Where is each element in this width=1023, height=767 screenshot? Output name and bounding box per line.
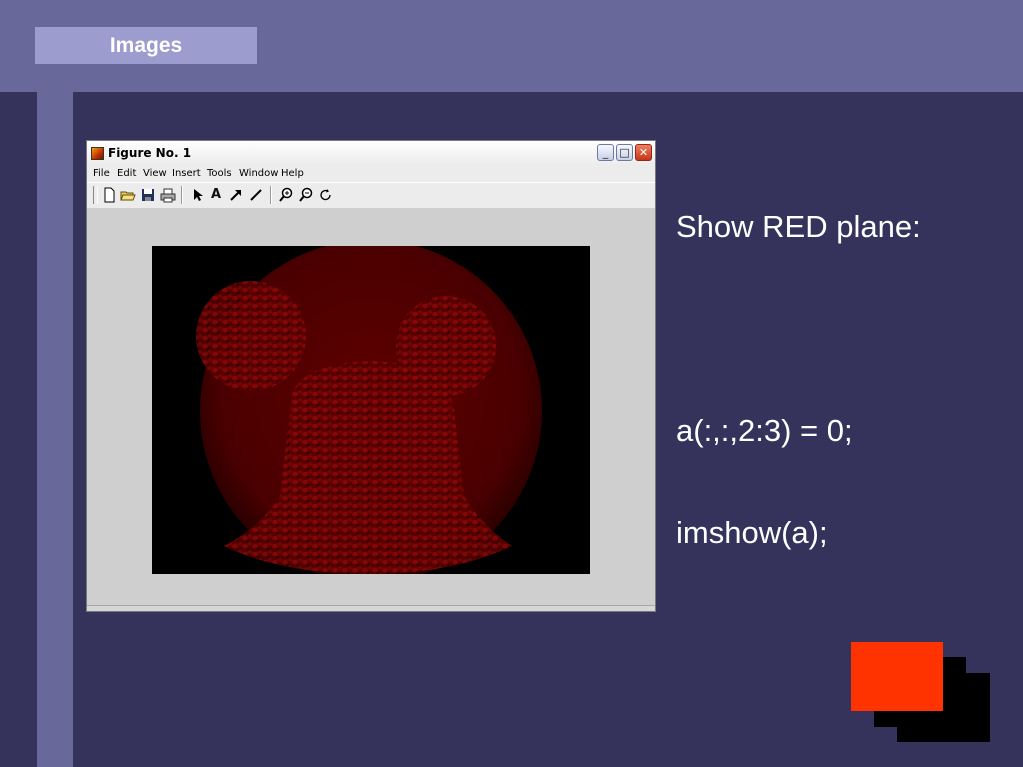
slide-title: Images (35, 27, 257, 64)
zoom-in-icon[interactable] (278, 187, 294, 203)
toolbar-grip[interactable] (93, 186, 98, 204)
figure-window: Figure No. 1 _ □ ✕ File Edit View Insert… (86, 140, 656, 612)
menu-bar: File Edit View Insert Tools Window Help (87, 165, 655, 182)
pointer-arrow-icon[interactable] (189, 187, 205, 203)
window-title: Figure No. 1 (108, 146, 192, 160)
menu-tools[interactable]: Tools (207, 168, 232, 179)
arrow-icon[interactable] (228, 187, 244, 203)
menu-insert[interactable]: Insert (172, 168, 201, 179)
image-axes (152, 246, 590, 574)
line-icon[interactable] (248, 187, 264, 203)
red-plane-image (196, 246, 542, 574)
code-line-1: a(:,:,2:3) = 0; (676, 413, 853, 448)
maximize-button[interactable]: □ (616, 144, 633, 161)
minimize-button[interactable]: _ (597, 144, 614, 161)
menu-help[interactable]: Help (281, 168, 304, 179)
decor-square-red (851, 642, 943, 711)
toolbar-separator (270, 186, 272, 204)
text-a-icon[interactable]: A (208, 187, 224, 203)
code-line-2: imshow(a); (676, 515, 828, 550)
save-icon[interactable] (140, 187, 156, 203)
menu-edit[interactable]: Edit (117, 168, 136, 179)
figure-canvas[interactable] (87, 208, 655, 611)
figure-toolbar: A (87, 182, 655, 209)
figure-bottom-edge (87, 605, 655, 611)
red-plane-heading: Show RED plane: (676, 209, 921, 244)
window-titlebar[interactable]: Figure No. 1 _ □ ✕ (87, 141, 655, 166)
matlab-app-icon (91, 147, 104, 160)
menu-window[interactable]: Window (239, 168, 278, 179)
open-folder-icon[interactable] (120, 187, 136, 203)
toolbar-separator (181, 186, 183, 204)
close-button[interactable]: ✕ (635, 144, 652, 161)
new-file-icon[interactable] (101, 187, 117, 203)
menu-file[interactable]: File (93, 168, 110, 179)
zoom-out-icon[interactable] (298, 187, 314, 203)
print-icon[interactable] (160, 187, 176, 203)
slide-body-text: Show RED plane: a(:,:,2:3) = 0; imshow(a… (676, 142, 921, 584)
rotate-icon[interactable] (318, 187, 334, 203)
left-stripe (37, 92, 73, 767)
menu-view[interactable]: View (143, 168, 167, 179)
